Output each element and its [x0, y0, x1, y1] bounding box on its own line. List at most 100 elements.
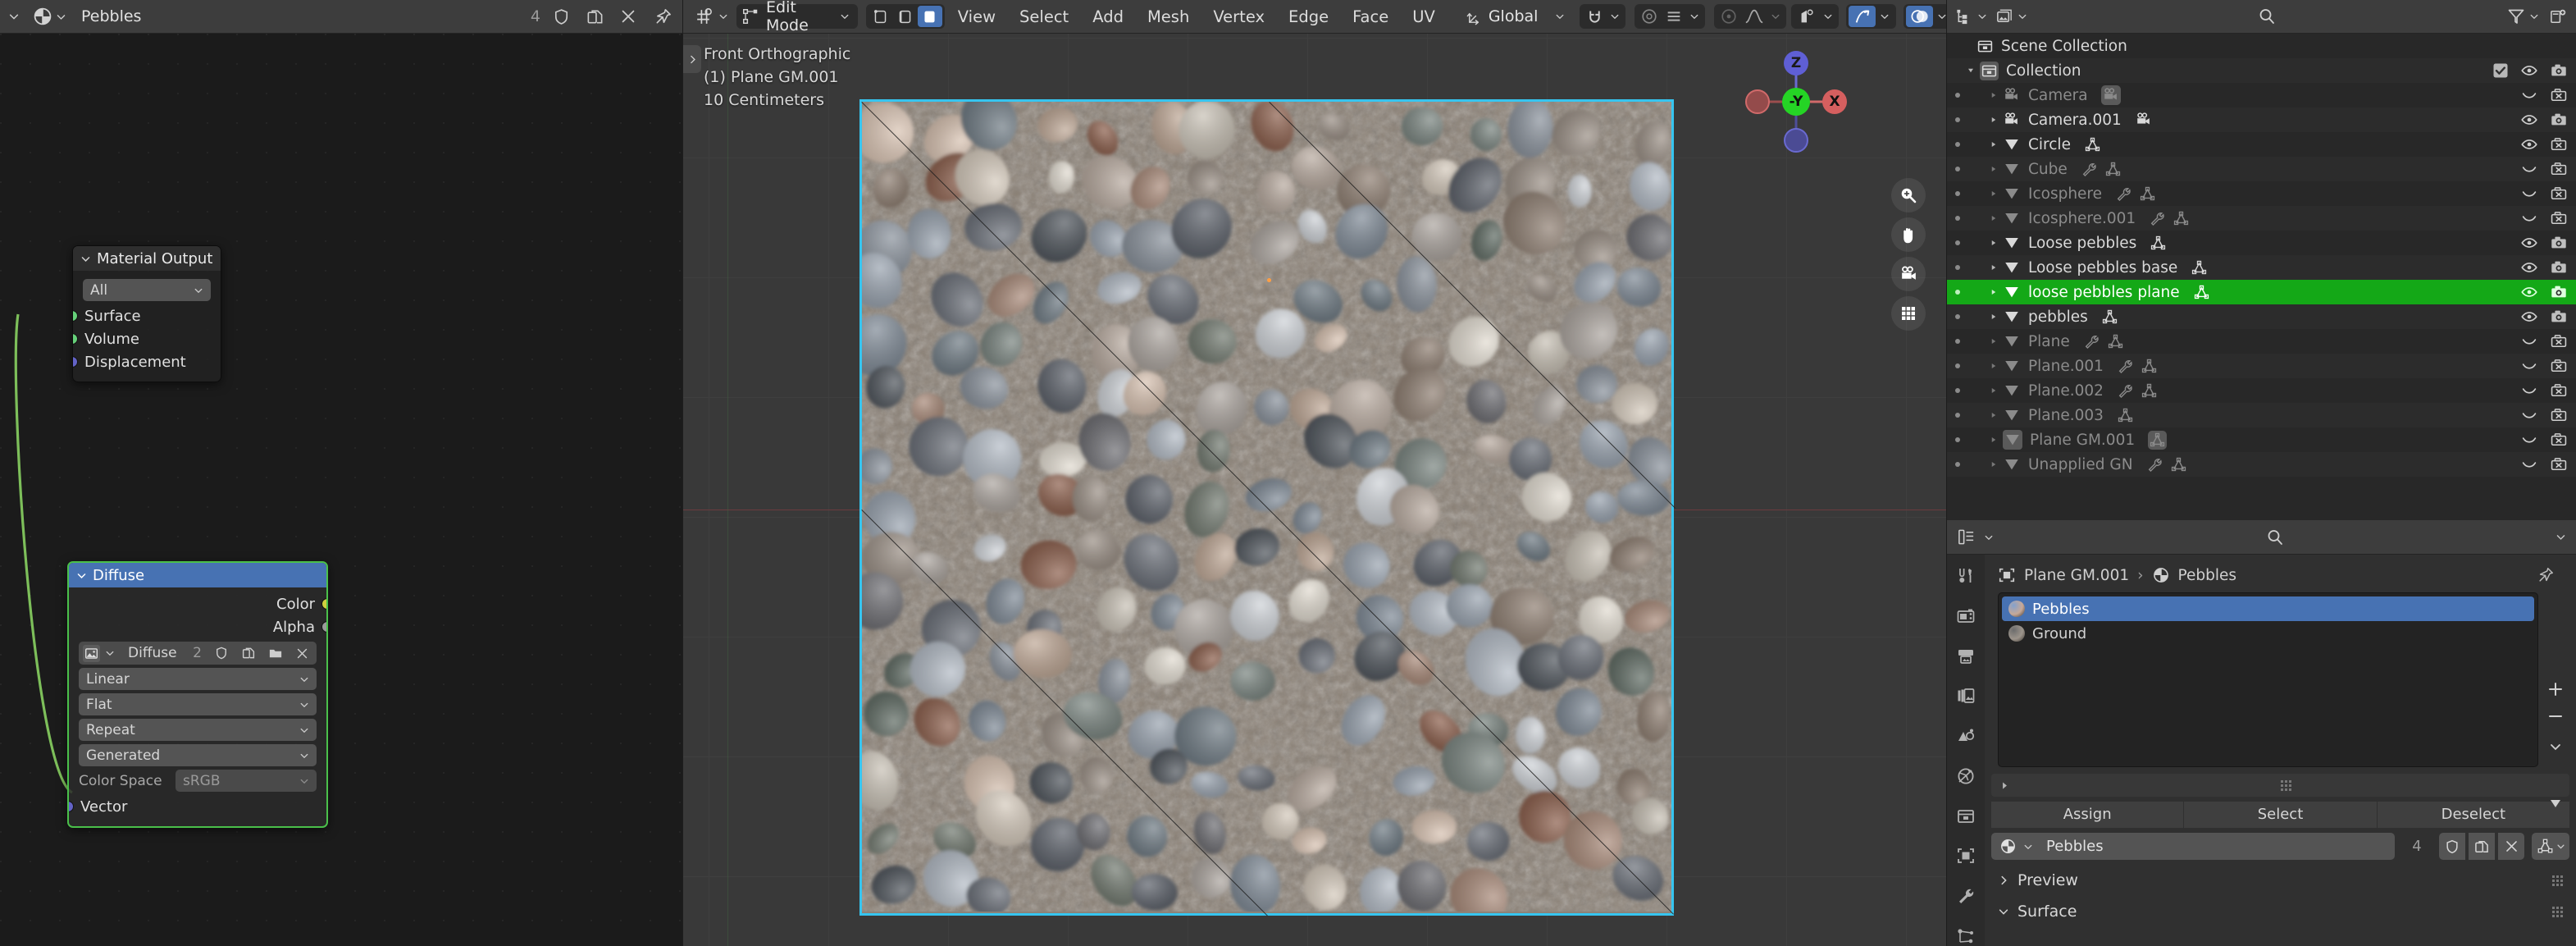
tab-collection[interactable] — [1954, 806, 1978, 826]
render-enabled-icon[interactable] — [2550, 234, 2568, 252]
eye-closed-icon[interactable] — [2520, 357, 2538, 375]
expand-arrow-icon[interactable] — [1985, 336, 2003, 346]
editor-type-icon[interactable] — [688, 4, 734, 29]
restrict-select-dot[interactable] — [1955, 413, 1960, 418]
mesh-data-icon[interactable] — [2173, 210, 2190, 227]
material-name-box[interactable]: Pebbles — [1991, 833, 2395, 860]
mesh-data-icon[interactable] — [2104, 161, 2122, 178]
drag-grip[interactable] — [2280, 779, 2291, 791]
chevron-down-icon[interactable] — [1767, 11, 1784, 21]
menu-edge[interactable]: Edge — [1278, 0, 1339, 33]
falloff-group[interactable] — [1714, 4, 1787, 29]
tab-render[interactable] — [1954, 606, 1978, 627]
expand-arrow-icon[interactable] — [1985, 287, 2003, 297]
render-disabled-icon[interactable] — [2550, 332, 2568, 350]
chevron-down-icon[interactable] — [2529, 11, 2539, 21]
outliner-row-object[interactable]: Unapplied GN — [1947, 452, 2576, 477]
folder-icon[interactable] — [268, 646, 283, 660]
outliner-row-collection[interactable]: Collection — [1947, 58, 2576, 83]
outliner-row-object[interactable]: Loose pebbles base — [1947, 255, 2576, 280]
eye-closed-icon[interactable] — [2520, 431, 2538, 449]
shield-icon[interactable] — [2439, 833, 2465, 860]
image-name[interactable]: Diffuse — [128, 645, 177, 661]
outliner-display-mode-icon[interactable] — [1955, 7, 1974, 26]
outliner-row-object[interactable]: Plane.002 — [1947, 378, 2576, 403]
outliner-row-object[interactable]: Loose pebbles — [1947, 231, 2576, 255]
expand-arrow-icon[interactable] — [1985, 90, 2003, 100]
node-header[interactable]: Diffuse — [69, 563, 326, 587]
material-slot-list[interactable]: Pebbles Ground — [1998, 592, 2538, 767]
eye-closed-icon[interactable] — [2520, 406, 2538, 424]
minus-icon[interactable] — [2547, 708, 2564, 724]
outliner-row-object[interactable]: Plane — [1947, 329, 2576, 354]
active-vertex[interactable] — [1267, 278, 1271, 282]
proportional-edit-group[interactable] — [1635, 4, 1706, 29]
chevron-down-icon[interactable] — [76, 570, 87, 581]
chevron-down-icon[interactable] — [105, 648, 115, 658]
outliner-row-object[interactable]: Icosphere.001 — [1947, 206, 2576, 231]
render-disabled-icon[interactable] — [2550, 382, 2568, 400]
restrict-select-dot[interactable] — [1955, 437, 1960, 442]
restrict-select-dot[interactable] — [1955, 93, 1960, 98]
chevron-down-icon[interactable] — [1820, 11, 1836, 21]
restrict-select-dot[interactable] — [1955, 314, 1960, 319]
zoom-icon[interactable] — [1891, 178, 1926, 213]
outliner-row-object[interactable]: Plane GM.001 — [1947, 427, 2576, 452]
eye-closed-icon[interactable] — [2520, 185, 2538, 203]
proportional-toggle-icon[interactable] — [1717, 7, 1741, 25]
mirror-icon[interactable] — [1662, 7, 1686, 25]
gizmo-axis-neg-x[interactable] — [1745, 89, 1770, 114]
chevron-down-icon[interactable] — [1984, 532, 1994, 542]
input-socket-surface[interactable]: Surface — [73, 304, 221, 327]
chevron-down-icon[interactable] — [2017, 11, 2027, 21]
node-header[interactable]: Material Output — [73, 246, 221, 271]
restrict-select-dot[interactable] — [1955, 191, 1960, 196]
menu-mesh[interactable]: Mesh — [1137, 0, 1200, 33]
pin-icon[interactable] — [2537, 566, 2555, 584]
restrict-select-dot[interactable] — [1955, 363, 1960, 368]
outliner-row-object[interactable]: Cube — [1947, 157, 2576, 181]
restrict-select-dot[interactable] — [1955, 117, 1960, 122]
expand-arrow-icon[interactable] — [1985, 115, 2003, 125]
modifier-icon[interactable] — [2115, 185, 2132, 203]
sidebar-toggle-arrow[interactable] — [683, 45, 701, 73]
hand-icon[interactable] — [1891, 217, 1926, 252]
material-slot-item[interactable]: Pebbles — [2002, 596, 2534, 621]
restrict-select-dot[interactable] — [1955, 142, 1960, 147]
render-enabled-icon[interactable] — [2550, 283, 2568, 301]
render-disabled-icon[interactable] — [2550, 160, 2568, 178]
menu-vertex[interactable]: Vertex — [1202, 0, 1275, 33]
eye-closed-icon[interactable] — [2520, 382, 2538, 400]
image-icon[interactable] — [83, 644, 100, 662]
outliner-row-object[interactable]: Plane.003 — [1947, 403, 2576, 427]
viewport-3d[interactable]: Front Orthographic (1) Plane GM.001 10 C… — [683, 34, 1946, 946]
restrict-select-dot[interactable] — [1955, 462, 1960, 467]
mesh-data-icon[interactable] — [2170, 456, 2187, 473]
outliner-row-object[interactable]: pebbles — [1947, 304, 2576, 329]
eye-open-icon[interactable] — [2520, 308, 2538, 326]
socket-dot[interactable] — [73, 333, 78, 345]
chevron-down-icon[interactable] — [2023, 842, 2033, 852]
chevron-down-icon[interactable] — [2549, 740, 2562, 753]
proportional-edit-icon[interactable] — [1637, 7, 1662, 25]
chevron-down-icon[interactable] — [5, 11, 23, 22]
mesh-data-icon[interactable] — [2117, 407, 2134, 424]
shield-icon[interactable] — [214, 646, 229, 660]
restrict-select-dot[interactable] — [1955, 240, 1960, 245]
outliner-row-object[interactable]: loose pebbles plane — [1947, 280, 2576, 304]
overlays-group[interactable] — [1904, 4, 1946, 29]
gizmo-icon[interactable] — [1849, 6, 1876, 27]
expand-arrow-icon[interactable] — [1962, 66, 1980, 75]
input-socket-vector[interactable]: Vector — [69, 795, 326, 818]
expand-arrow-icon[interactable] — [1985, 263, 2003, 272]
input-socket-displacement[interactable]: Displacement — [73, 350, 221, 373]
select-button[interactable]: Select — [2183, 802, 2377, 828]
snapping-group[interactable] — [1580, 4, 1626, 29]
restrict-select-dot[interactable] — [1955, 216, 1960, 221]
render-disabled-icon[interactable] — [2550, 406, 2568, 424]
expand-arrow-icon[interactable] — [1985, 459, 2003, 469]
chevron-down-icon[interactable] — [80, 254, 91, 264]
outliner-row-object[interactable]: Plane.001 — [1947, 354, 2576, 378]
render-enabled-icon[interactable] — [2550, 111, 2568, 129]
deselect-button[interactable]: Deselect — [2376, 802, 2569, 828]
